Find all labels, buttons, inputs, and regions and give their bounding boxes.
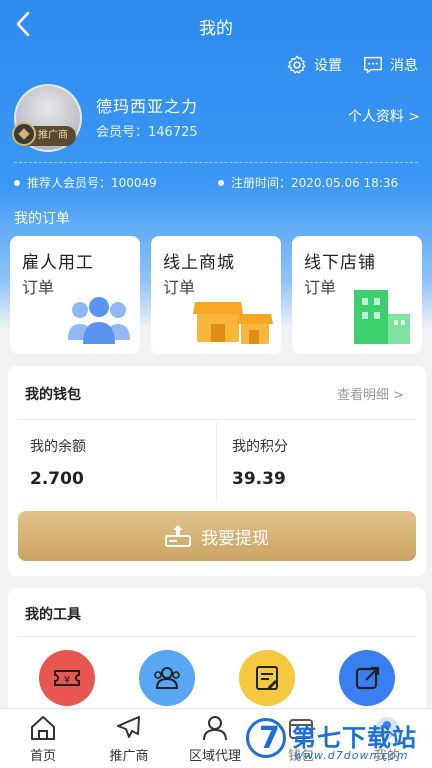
divider [18,419,416,420]
order-card-subtitle: 订单 [163,278,196,297]
order-card-hire[interactable]: 雇人用工 订单 [10,236,140,354]
referrer-info: 推荐人会员号：100049 [14,174,157,191]
gear-icon [287,55,306,74]
tools-card: 我的工具 ¥ [8,588,426,718]
plane-icon [117,716,140,738]
tool-ticket[interactable]: ¥ [39,650,95,706]
tab-promoter[interactable]: 推广商 [86,713,172,764]
people-icon [68,297,130,344]
order-card-subtitle: 订单 [22,278,55,297]
order-card-offline-store[interactable]: 线下店铺 订单 [292,236,422,354]
register-info: 注册时间：2020.05.06 18:36 [218,174,398,191]
wallet-title: 我的钱包 [25,387,81,403]
order-card-online-mall[interactable]: 线上商城 订单 [151,236,281,354]
bullet-icon [218,179,224,186]
group-icon [154,667,180,689]
settings-label: 设置 [314,58,342,74]
page-title: 我的 [199,19,233,39]
withdraw-label: 我要提现 [201,528,269,549]
profile-link[interactable]: 个人资料 > [348,106,420,126]
building-icon [354,290,410,344]
bullet-icon [14,179,20,186]
header-actions: 设置 消息 [286,54,418,76]
tab-home[interactable]: 首页 [0,713,86,764]
messages-label: 消息 [390,58,418,74]
member-id: 会员号：146725 [96,121,198,140]
wallet-card: 我的钱包 查看明细 > 我的余额 2.700 我的积分 39.39 我要提现 [8,366,426,576]
shop-icon [193,302,273,344]
tool-team[interactable] [139,650,195,706]
withdraw-icon [165,525,191,547]
divider [216,422,217,502]
watermark-logo-icon [246,718,286,758]
tool-notes[interactable] [239,650,295,706]
messages-button[interactable]: 消息 [362,54,418,76]
order-card-title: 线上商城 [163,253,235,273]
order-card-title: 线下店铺 [304,253,376,273]
referrer-text: 推荐人会员号：100049 [27,176,157,190]
balance-label: 我的余额 [30,439,86,455]
withdraw-button[interactable]: 我要提现 [18,511,416,561]
points-label: 我的积分 [232,439,288,455]
person-icon [203,716,227,741]
home-icon [31,716,55,740]
share-icon [355,666,380,690]
tab-label: 区域代理 [188,749,241,764]
member-id-value: 146725 [148,125,198,140]
register-text: 注册时间：2020.05.06 18:36 [231,176,399,190]
tab-label: 推广商 [109,749,149,764]
watermark-text: 第七下载站 [292,724,417,752]
balance-value: 2.700 [30,469,84,489]
divider [18,636,416,637]
tab-label: 首页 [29,749,56,764]
orders-section-title: 我的订单 [14,211,70,227]
ticket-icon: ¥ [54,670,80,686]
top-bar: 我的 [0,0,432,52]
divider [14,162,418,163]
order-card-subtitle: 订单 [304,278,337,297]
user-name: 德玛西亚之力 [96,97,199,116]
message-icon [364,56,382,74]
watermark-url: www.d7down.com [294,749,409,762]
member-id-label: 会员号： [96,125,149,140]
order-card-title: 雇人用工 [22,253,94,273]
wallet-details-link[interactable]: 查看明细 > [337,384,404,403]
medal-icon [12,122,36,146]
note-icon [256,666,278,690]
points-value: 39.39 [232,469,286,489]
settings-button[interactable]: 设置 [286,54,342,76]
watermark: 第七下载站 www.d7down.com [246,716,428,766]
tools-title: 我的工具 [25,607,81,623]
tool-share[interactable] [339,650,395,706]
svg-text:¥: ¥ [64,675,70,686]
